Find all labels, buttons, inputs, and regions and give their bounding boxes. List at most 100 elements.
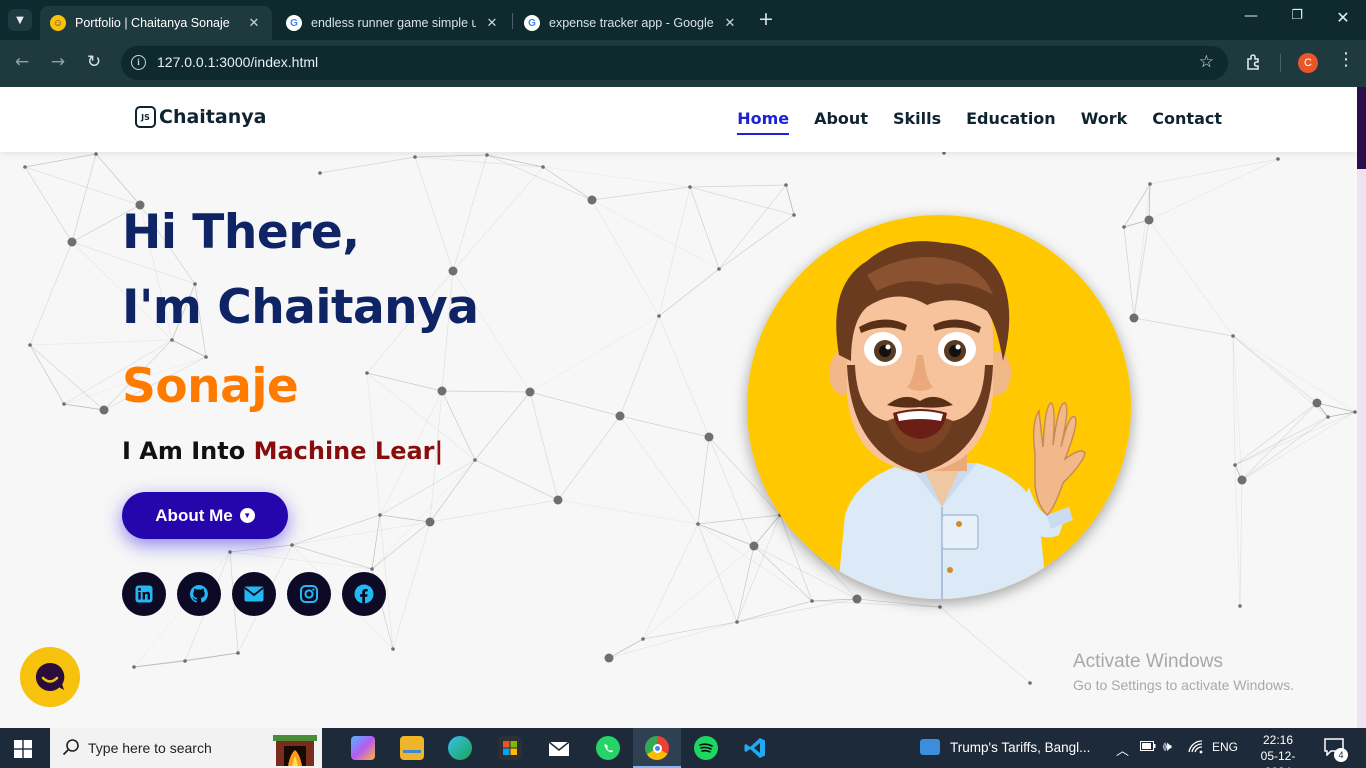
network-node bbox=[1148, 182, 1152, 186]
scrollbar-thumb[interactable] bbox=[1357, 87, 1366, 169]
network-node bbox=[1129, 313, 1139, 323]
network-line bbox=[591, 199, 660, 317]
chat-widget-button[interactable] bbox=[20, 647, 80, 707]
network-line bbox=[474, 459, 559, 501]
scrollbar-track[interactable] bbox=[1357, 87, 1366, 728]
network-node bbox=[792, 213, 796, 217]
whatsapp-icon[interactable] bbox=[596, 736, 620, 760]
url-text[interactable]: 127.0.0.1:3000/index.html bbox=[157, 54, 318, 70]
network-node bbox=[810, 599, 814, 603]
network-line bbox=[379, 459, 476, 516]
network-line bbox=[429, 459, 476, 523]
network-line bbox=[619, 415, 699, 525]
nav-work[interactable]: Work bbox=[1081, 109, 1128, 135]
about-me-button[interactable]: About Me ▼ bbox=[122, 492, 288, 539]
nav-skills[interactable]: Skills bbox=[893, 109, 941, 135]
network-node bbox=[94, 152, 98, 156]
kebab-menu-icon[interactable]: ⋮ bbox=[1337, 49, 1355, 70]
github-link[interactable] bbox=[177, 572, 221, 616]
network-line bbox=[24, 166, 141, 206]
linkedin-link[interactable] bbox=[122, 572, 166, 616]
network-line bbox=[658, 268, 720, 317]
network-node bbox=[784, 183, 788, 187]
instagram-link[interactable] bbox=[287, 572, 331, 616]
address-bar[interactable]: i 127.0.0.1:3000/index.html ☆ bbox=[121, 46, 1228, 80]
network-line bbox=[1133, 183, 1151, 319]
nav-home[interactable]: Home bbox=[737, 109, 790, 135]
wifi-icon[interactable] bbox=[1188, 740, 1204, 757]
clock-time: 22:16 bbox=[1262, 733, 1294, 747]
back-arrow-icon[interactable]: ← bbox=[10, 52, 34, 72]
close-icon[interactable]: ✕ bbox=[722, 15, 738, 31]
network-line bbox=[718, 214, 795, 270]
site-logo[interactable]: JS Chaitanya bbox=[135, 106, 266, 128]
page-viewport: JS Chaitanya Home About Skills Education… bbox=[0, 87, 1366, 728]
search-icon bbox=[62, 739, 79, 756]
network-line bbox=[608, 621, 738, 659]
chrome-icon[interactable] bbox=[645, 736, 669, 760]
taskbar-search-input[interactable]: Type here to search bbox=[50, 728, 322, 768]
volume-icon[interactable]: 🕪 bbox=[1163, 738, 1172, 755]
tab-endless-runner[interactable]: G endless runner game simple us ✕ bbox=[276, 6, 510, 40]
hero-name-last: Sonaje bbox=[122, 359, 299, 414]
network-line bbox=[557, 499, 699, 525]
tab-expense-tracker[interactable]: G expense tracker app - Google S ✕ bbox=[514, 6, 748, 40]
site-info-icon[interactable]: i bbox=[131, 55, 146, 70]
nav-education[interactable]: Education bbox=[966, 109, 1056, 135]
spotify-icon[interactable] bbox=[694, 736, 718, 760]
copilot-icon[interactable] bbox=[351, 736, 375, 760]
news-widget[interactable]: Trump's Tariffs, Bangl... bbox=[920, 739, 1090, 755]
network-line bbox=[1239, 479, 1243, 607]
browser-tabbar: ▼ ☺ Portfolio | Chaitanya Sonaje ✕ G end… bbox=[0, 0, 1366, 40]
tab-portfolio[interactable]: ☺ Portfolio | Chaitanya Sonaje ✕ bbox=[40, 6, 272, 40]
bitmoji-avatar-illustration bbox=[747, 215, 1131, 599]
vscode-icon[interactable] bbox=[743, 736, 767, 760]
network-node bbox=[62, 402, 66, 406]
email-icon bbox=[244, 586, 264, 602]
close-icon[interactable]: ✕ bbox=[484, 15, 500, 31]
minimize-icon[interactable]: — bbox=[1236, 8, 1266, 24]
edge-browser-icon[interactable] bbox=[448, 736, 472, 760]
network-line bbox=[658, 186, 691, 317]
extensions-icon[interactable] bbox=[1244, 52, 1264, 76]
restore-icon[interactable]: ❐ bbox=[1282, 8, 1312, 23]
search-highlight-fireplace-icon[interactable] bbox=[270, 732, 320, 766]
tab-search-button[interactable]: ▼ bbox=[8, 9, 32, 31]
profile-avatar[interactable]: C bbox=[1298, 53, 1318, 73]
network-line bbox=[24, 166, 73, 243]
windows-start-icon[interactable] bbox=[14, 740, 32, 762]
network-line bbox=[697, 523, 738, 623]
language-indicator[interactable]: ENG bbox=[1212, 740, 1238, 754]
nav-about[interactable]: About bbox=[814, 109, 868, 135]
forward-arrow-icon[interactable]: → bbox=[46, 52, 70, 72]
mail-icon[interactable] bbox=[547, 736, 571, 760]
network-node bbox=[132, 665, 136, 669]
network-line bbox=[542, 166, 691, 188]
network-node bbox=[378, 513, 382, 517]
facebook-link[interactable] bbox=[342, 572, 386, 616]
system-clock[interactable]: 22:16 05-12-2024 bbox=[1250, 732, 1306, 768]
network-line bbox=[785, 184, 795, 216]
network-line bbox=[753, 514, 781, 547]
linkedin-icon bbox=[135, 585, 153, 603]
network-line bbox=[414, 156, 454, 272]
close-icon[interactable]: ✕ bbox=[246, 15, 262, 31]
reload-icon[interactable]: ↻ bbox=[82, 52, 106, 72]
file-explorer-icon[interactable] bbox=[400, 736, 424, 760]
network-line bbox=[29, 339, 173, 346]
new-tab-icon[interactable]: + bbox=[758, 9, 774, 29]
network-line bbox=[1148, 219, 1234, 337]
window-close-icon[interactable]: ✕ bbox=[1328, 8, 1358, 27]
nav-contact[interactable]: Contact bbox=[1152, 109, 1222, 135]
bookmark-star-icon[interactable]: ☆ bbox=[1199, 52, 1214, 72]
about-me-label: About Me bbox=[155, 505, 233, 525]
google-icon: G bbox=[286, 15, 302, 31]
microsoft-store-icon[interactable] bbox=[498, 736, 522, 760]
logo-text: Chaitanya bbox=[159, 106, 267, 128]
chevron-up-icon[interactable]: ︿ bbox=[1116, 740, 1129, 759]
network-node bbox=[448, 266, 458, 276]
battery-icon[interactable] bbox=[1140, 740, 1156, 755]
email-link[interactable] bbox=[232, 572, 276, 616]
network-line bbox=[557, 415, 621, 501]
network-line bbox=[291, 521, 431, 546]
